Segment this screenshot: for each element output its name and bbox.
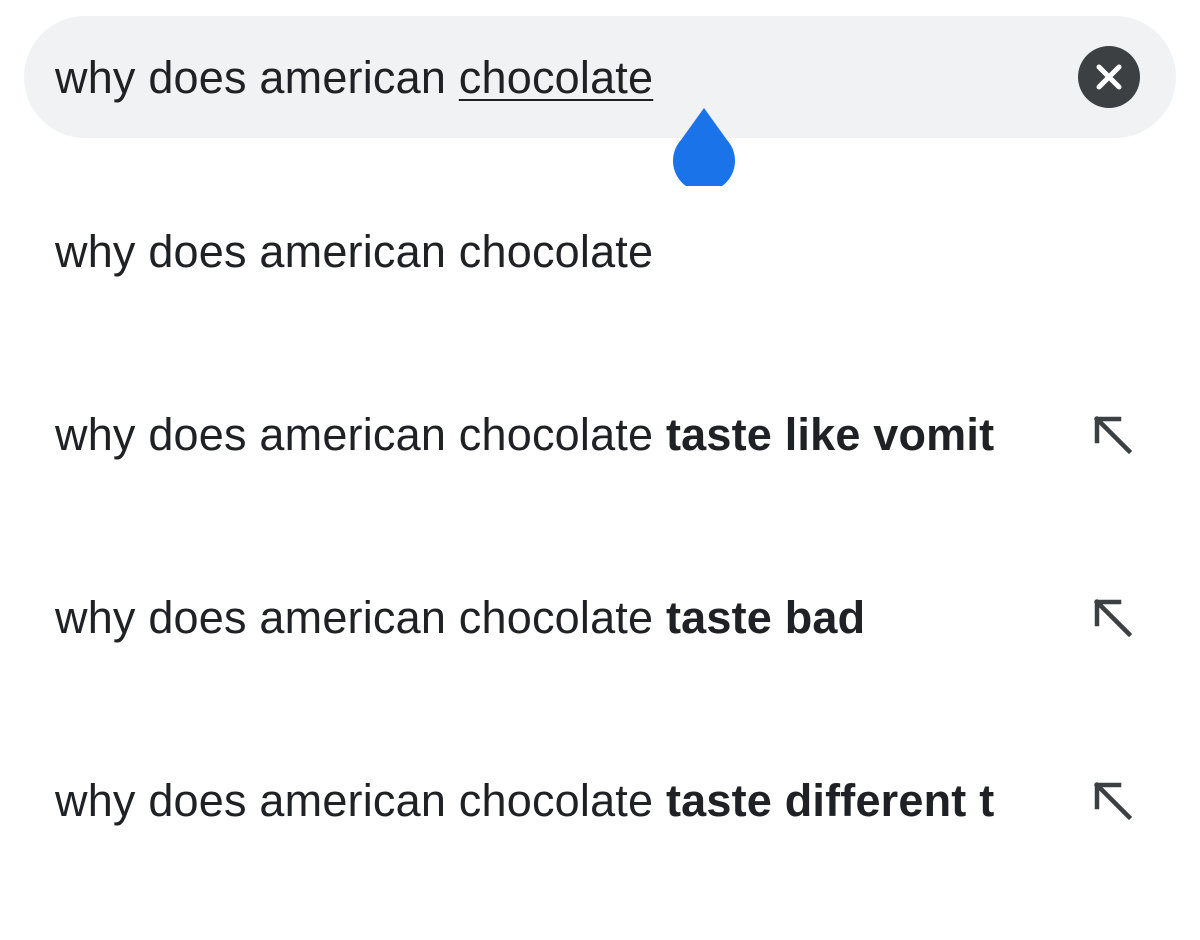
search-page: why does american chocolate why does ame… [0,0,1200,940]
suggestion-prefix: why does american chocolate [55,592,666,643]
text-cursor-handle-icon[interactable] [672,106,736,186]
suggestion-prefix: why does american chocolate [55,775,666,826]
suggestion-item[interactable]: why does american chocolate taste differ… [0,753,1200,849]
suggestion-text: why does american chocolate taste differ… [55,771,1055,831]
arrow-up-left-icon[interactable] [1085,590,1141,646]
suggestion-item[interactable]: why does american chocolate [0,204,1200,300]
search-input[interactable]: why does american chocolate [55,48,653,108]
suggestion-completion: taste like vomit [665,409,995,460]
suggestion-text: why does american chocolate taste like v… [55,405,1055,465]
search-bar[interactable]: why does american chocolate [24,16,1176,138]
suggestion-text: why does american chocolate [55,222,1055,282]
suggestion-prefix: why does american chocolate [55,409,666,460]
close-icon [1096,64,1122,90]
suggestion-item[interactable]: why does american chocolate taste like v… [0,387,1200,483]
arrow-up-left-icon[interactable] [1085,773,1141,829]
arrow-up-left-icon[interactable] [1085,407,1141,463]
search-query-composing-word: chocolate [458,52,654,103]
suggestion-completion: taste different t [665,775,995,826]
suggestion-prefix: why does american chocolate [55,226,654,277]
search-query-prefix: why does american [55,52,459,103]
suggestion-text: why does american chocolate taste bad [55,588,1055,648]
clear-button[interactable] [1078,46,1140,108]
suggestion-completion: taste bad [665,592,866,643]
suggestion-item[interactable]: why does american chocolate taste bad [0,570,1200,666]
